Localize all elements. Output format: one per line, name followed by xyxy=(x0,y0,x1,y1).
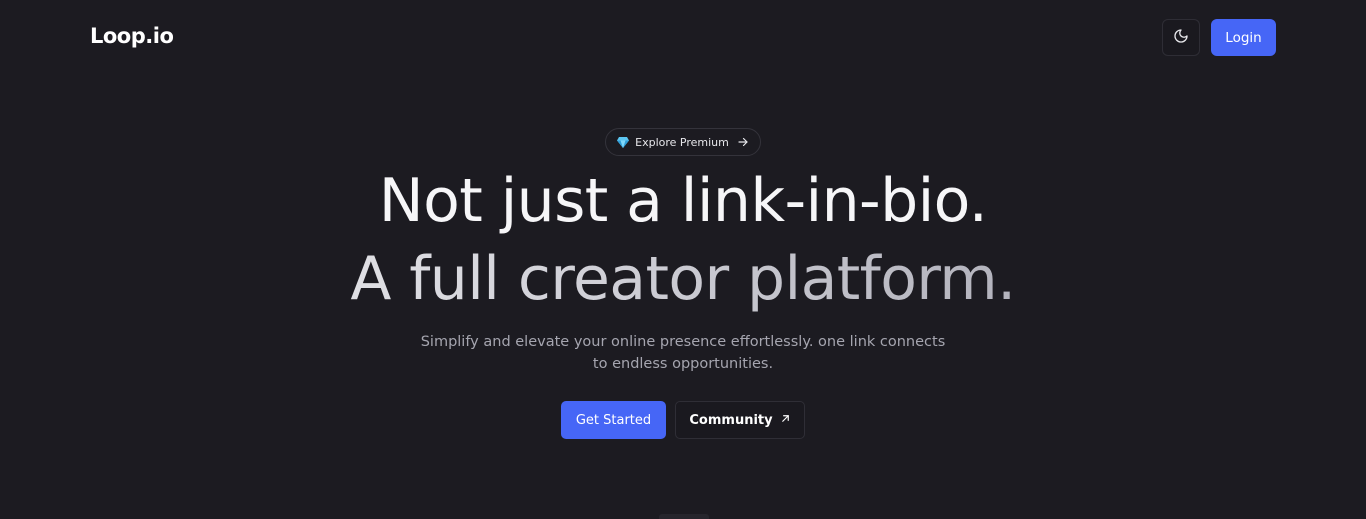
login-button[interactable]: Login xyxy=(1211,19,1276,56)
moon-icon xyxy=(1173,28,1189,47)
community-button[interactable]: Community xyxy=(675,401,805,439)
site-header: Loop.io Login xyxy=(0,0,1366,76)
community-label: Community xyxy=(689,412,773,428)
hero-subheading-line2: to endless opportunities. xyxy=(592,356,774,372)
hero-subheading: Simplify and elevate your online presenc… xyxy=(383,331,983,375)
hero-headline-line2: A full creator platform. xyxy=(0,244,1366,314)
get-started-button[interactable]: Get Started xyxy=(561,401,666,439)
theme-toggle-button[interactable] xyxy=(1162,19,1200,56)
hero-subheading-line1: Simplify and elevate your online presenc… xyxy=(420,334,946,350)
scroll-indicator xyxy=(659,514,709,519)
arrow-right-icon xyxy=(737,136,749,148)
explore-premium-badge[interactable]: Explore Premium xyxy=(605,128,761,156)
diamond-icon xyxy=(617,136,630,148)
explore-premium-label: Explore Premium xyxy=(635,135,729,149)
brand-logo[interactable]: Loop.io xyxy=(90,24,174,48)
arrow-up-right-icon xyxy=(780,413,791,428)
hero-headline-line1: Not just a link-in-bio. xyxy=(378,166,988,236)
